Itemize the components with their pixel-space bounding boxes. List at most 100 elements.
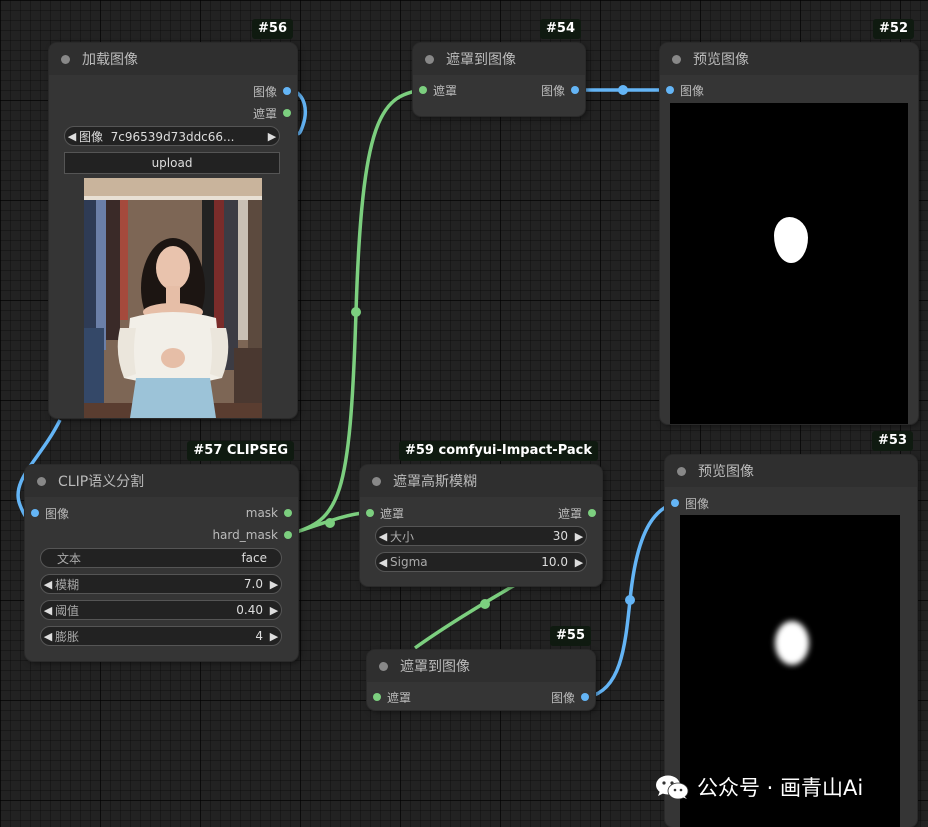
input-slot-mask[interactable]: 遮罩 bbox=[373, 689, 411, 705]
increment-arrow-icon[interactable]: ▶ bbox=[267, 630, 281, 643]
slot-connector[interactable] bbox=[666, 86, 674, 94]
link-midpoint bbox=[351, 307, 361, 317]
node-gaussian-blur-mask[interactable]: #59 comfyui-Impact-Pack 遮罩高斯模糊 遮罩 遮罩 ◀ 大… bbox=[360, 441, 602, 586]
slot-label: 遮罩 bbox=[433, 83, 458, 98]
node-clipseg[interactable]: #57 CLIPSEG CLIP语义分割 图像 mask hard_mask 文… bbox=[25, 441, 298, 661]
slot-label: 遮罩 bbox=[380, 506, 405, 521]
input-slot-image[interactable]: 图像 bbox=[666, 82, 704, 98]
slot-connector[interactable] bbox=[284, 509, 292, 517]
decrement-arrow-icon[interactable]: ◀ bbox=[41, 630, 55, 643]
widget-value: 10.0 bbox=[541, 555, 568, 569]
output-slot-image[interactable]: 图像 bbox=[541, 82, 579, 98]
node-title-bar[interactable]: 预览图像 bbox=[665, 455, 917, 487]
output-slot-mask[interactable]: mask bbox=[246, 505, 292, 521]
output-slot-hard-mask[interactable]: hard_mask bbox=[212, 527, 292, 543]
widget-label: 膨胀 bbox=[55, 629, 80, 644]
wechat-icon bbox=[656, 775, 689, 800]
collapse-toggle[interactable] bbox=[672, 54, 681, 64]
prev-arrow-icon[interactable]: ◀ bbox=[65, 130, 79, 143]
node-title-bar[interactable]: 预览图像 bbox=[660, 43, 918, 75]
node-title-bar[interactable]: CLIP语义分割 bbox=[25, 465, 298, 497]
slot-label: 图像 bbox=[685, 496, 710, 511]
increment-arrow-icon[interactable]: ▶ bbox=[267, 604, 281, 617]
slot-label: 图像 bbox=[45, 506, 70, 521]
decrement-arrow-icon[interactable]: ◀ bbox=[41, 604, 55, 617]
node-id-badge: #56 bbox=[252, 19, 293, 39]
slot-connector[interactable] bbox=[366, 509, 374, 517]
increment-arrow-icon[interactable]: ▶ bbox=[572, 530, 586, 543]
dilation-number-widget[interactable]: ◀ 膨胀 4 ▶ bbox=[40, 626, 282, 646]
collapse-toggle[interactable] bbox=[61, 54, 70, 64]
slot-label: 遮罩 bbox=[252, 106, 277, 121]
node-title-bar[interactable]: 加载图像 bbox=[49, 43, 297, 75]
collapse-toggle[interactable] bbox=[677, 466, 686, 476]
next-arrow-icon[interactable]: ▶ bbox=[265, 130, 279, 143]
collapse-toggle[interactable] bbox=[379, 661, 388, 671]
node-title-bar[interactable]: 遮罩到图像 bbox=[367, 650, 595, 682]
widget-value: 4 bbox=[255, 629, 263, 643]
node-title: 遮罩高斯模糊 bbox=[393, 474, 477, 490]
size-number-widget[interactable]: ◀ 大小 30 ▶ bbox=[375, 526, 587, 546]
widget-value: 30 bbox=[552, 529, 568, 543]
node-id-badge: #59 comfyui-Impact-Pack bbox=[398, 441, 598, 461]
input-slot-image[interactable]: 图像 bbox=[671, 495, 709, 511]
threshold-number-widget[interactable]: ◀ 阈值 0.40 ▶ bbox=[40, 600, 282, 620]
slot-connector[interactable] bbox=[588, 509, 596, 517]
input-slot-mask[interactable]: 遮罩 bbox=[366, 505, 404, 521]
slot-connector[interactable] bbox=[581, 693, 589, 701]
collapse-toggle[interactable] bbox=[425, 54, 434, 64]
node-title-bar[interactable]: 遮罩到图像 bbox=[413, 43, 585, 75]
node-id-badge: #54 bbox=[540, 19, 581, 39]
blur-number-widget[interactable]: ◀ 模糊 7.0 ▶ bbox=[40, 574, 282, 594]
input-slot-image[interactable]: 图像 bbox=[31, 505, 69, 521]
input-slot-mask[interactable]: 遮罩 bbox=[419, 82, 457, 98]
slot-connector[interactable] bbox=[571, 86, 579, 94]
widget-value: 0.40 bbox=[236, 603, 263, 617]
slot-label: 图像 bbox=[550, 690, 575, 705]
slot-connector[interactable] bbox=[31, 509, 39, 517]
photo-illustration bbox=[84, 178, 262, 418]
sigma-number-widget[interactable]: ◀ Sigma 10.0 ▶ bbox=[375, 552, 587, 572]
image-select-combo[interactable]: ◀ 图像 7c96539d73ddc66... ▶ bbox=[64, 126, 280, 146]
node-title-bar[interactable]: 遮罩高斯模糊 bbox=[360, 465, 602, 497]
output-slot-mask[interactable]: 遮罩 bbox=[253, 105, 291, 121]
widget-label: 大小 bbox=[390, 529, 415, 544]
output-slot-image[interactable]: 图像 bbox=[551, 689, 589, 705]
node-title: 预览图像 bbox=[698, 464, 754, 480]
slot-label: 图像 bbox=[680, 83, 705, 98]
slot-connector[interactable] bbox=[373, 693, 381, 701]
upload-button[interactable]: upload bbox=[64, 152, 280, 174]
node-mask-to-image-top[interactable]: #54 遮罩到图像 遮罩 图像 bbox=[413, 19, 585, 116]
collapse-toggle[interactable] bbox=[372, 476, 381, 486]
preview-image bbox=[670, 103, 908, 424]
link-midpoint bbox=[480, 599, 490, 609]
node-id-badge: #53 bbox=[872, 431, 913, 451]
increment-arrow-icon[interactable]: ▶ bbox=[572, 556, 586, 569]
slot-connector[interactable] bbox=[283, 87, 291, 95]
node-load-image[interactable]: #56 加载图像 图像 遮罩 ◀ 图像 7c96539d73ddc66... ▶… bbox=[49, 19, 297, 418]
slot-label: 遮罩 bbox=[387, 690, 412, 705]
decrement-arrow-icon[interactable]: ◀ bbox=[41, 578, 55, 591]
watermark: 公众号 · 画青山Ai bbox=[655, 772, 863, 802]
node-id-badge: #52 bbox=[873, 19, 914, 39]
increment-arrow-icon[interactable]: ▶ bbox=[267, 578, 281, 591]
slot-connector[interactable] bbox=[671, 499, 679, 507]
decrement-arrow-icon[interactable]: ◀ bbox=[376, 556, 390, 569]
collapse-toggle[interactable] bbox=[37, 476, 46, 486]
node-id-badge: #57 CLIPSEG bbox=[187, 441, 294, 461]
loaded-image-preview bbox=[84, 178, 262, 418]
link-blur-to-mask-to-image bbox=[413, 583, 516, 650]
node-preview-image-top[interactable]: #52 预览图像 图像 bbox=[660, 19, 918, 424]
slot-connector[interactable] bbox=[283, 109, 291, 117]
widget-value: 7.0 bbox=[243, 577, 263, 591]
output-slot-image[interactable]: 图像 bbox=[253, 83, 291, 99]
node-mask-to-image-bottom[interactable]: #55 遮罩到图像 遮罩 图像 bbox=[367, 626, 595, 710]
mask-shape bbox=[774, 217, 808, 263]
slot-connector[interactable] bbox=[284, 531, 292, 539]
node-title: 遮罩到图像 bbox=[446, 52, 516, 68]
output-slot-mask[interactable]: 遮罩 bbox=[558, 505, 596, 521]
slot-connector[interactable] bbox=[419, 86, 427, 94]
decrement-arrow-icon[interactable]: ◀ bbox=[376, 530, 390, 543]
text-prompt-field[interactable]: 文本 face bbox=[40, 548, 282, 568]
slot-label: 遮罩 bbox=[557, 506, 582, 521]
